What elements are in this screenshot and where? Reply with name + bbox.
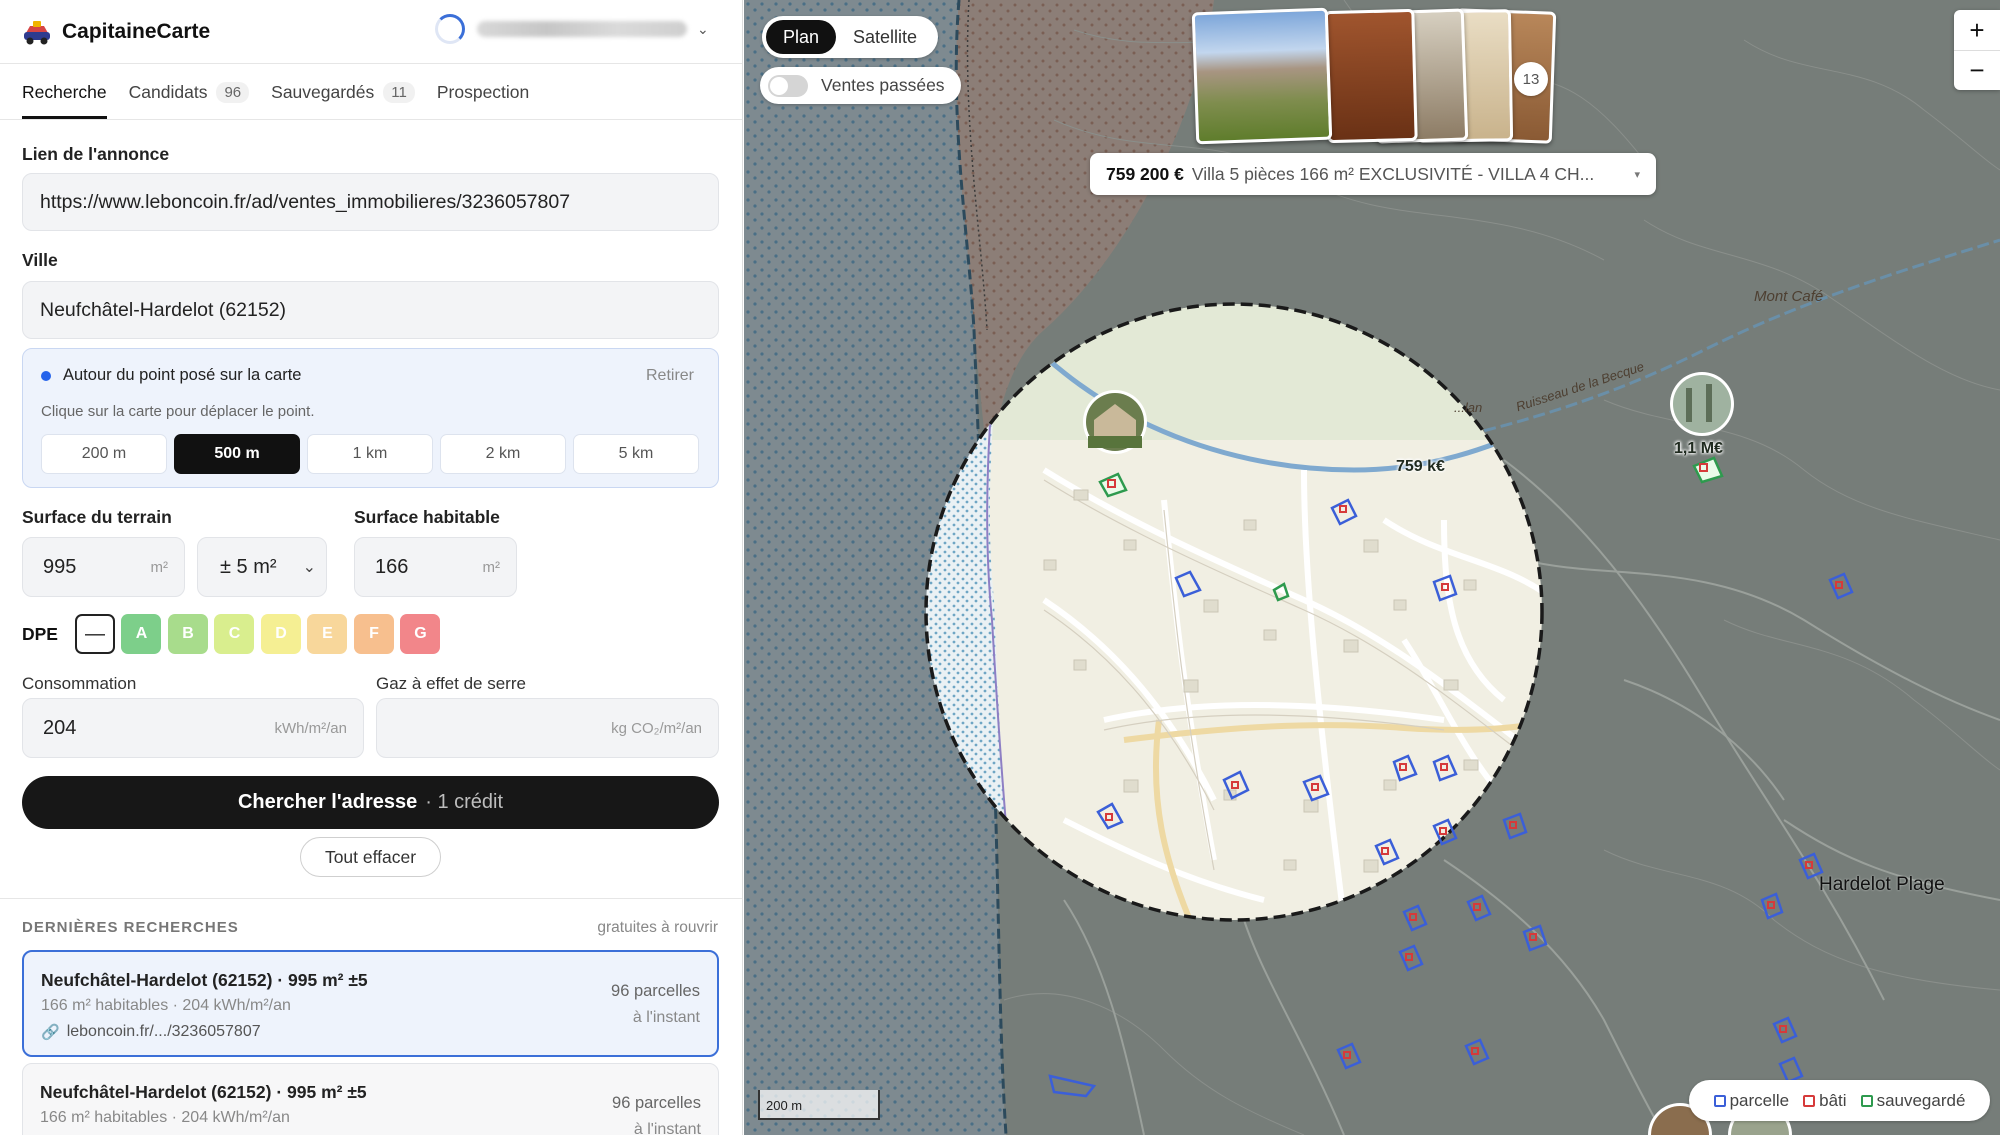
consumption-input[interactable]: 204 kWh/m²/an [22,698,364,758]
living-area-label: Surface habitable [354,507,500,527]
living-area-input[interactable]: 166 m² [354,537,517,597]
land-area-input[interactable]: 995 m² [22,537,185,597]
city-label: Ville [22,250,58,270]
car-logo-icon [24,20,50,44]
map-mode-satellite[interactable]: Satellite [836,20,934,54]
tolerance-select[interactable]: ± 5 m² ⌄ [197,537,327,597]
radius-option[interactable]: 5 km [573,434,699,474]
map-point-title: Autour du point posé sur la carte [41,366,301,385]
chevron-down-icon: ⌄ [302,559,316,576]
clear-all-button[interactable]: Tout effacer [300,837,441,877]
tab-bar: Recherche Candidats 96 Sauvegardés 11 Pros… [0,64,742,120]
remove-point-button[interactable]: Retirer [646,367,694,385]
link-icon: 🔗 [41,1024,60,1041]
app-header: CapitaineCarte ⌄ [0,0,742,64]
chevron-down-icon[interactable]: ▾ [1634,168,1640,181]
app-name: CapitaineCarte [62,19,211,43]
place-hardelot-plage: Hardelot Plage [1819,874,1945,895]
dpe-label: DPE [22,623,58,644]
recent-search-card[interactable]: Neufchâtel-Hardelot (62152) · 995 m² ±5 … [22,1063,719,1135]
listing-description: Villa 5 pièces 166 m² EXCLUSIVITÉ - VILL… [1191,163,1595,184]
recent-search-card[interactable]: Neufchâtel-Hardelot (62152) · 995 m² ±5 … [22,950,719,1057]
consumption-label: Consommation [22,674,137,693]
map-mode-switch: Plan Satellite [762,16,939,58]
account-menu[interactable]: ⌄ [435,14,709,44]
zoom-out-button[interactable]: − [1954,50,2000,90]
ghg-input[interactable]: kg CO₂/m²/an [376,698,719,758]
city-input[interactable]: Neufchâtel-Hardelot (62152) [22,281,719,339]
map-scale: 200 m [758,1090,880,1120]
recent-searches-header: DERNIÈRES RECHERCHES [22,919,239,936]
past-sales-toggle[interactable]: Ventes passées [760,67,961,104]
listing-photo-main[interactable] [1191,7,1333,145]
zoom-control: + − [1954,10,2000,90]
photo-count-badge[interactable]: 13 [1514,62,1548,96]
listing-link-label: Lien de l'annonce [22,144,170,164]
dpe-none-option[interactable]: — [74,614,115,654]
zoom-in-button[interactable]: + [1954,10,2000,50]
search-panel: CapitaineCarte ⌄ Recherche Candidats 96 S… [0,0,743,1135]
tab-recherche[interactable]: Recherche [22,82,107,119]
search-address-button[interactable]: Chercher l'adresse · 1 crédit [22,776,719,829]
listing-summary[interactable]: 759 200 € Villa 5 pièces 166 m² EXCLUSIV… [1090,153,1656,195]
point-dot-icon [41,370,51,381]
recent-searches-note: gratuites à rouvrir [597,919,718,936]
map-point-box: Autour du point posé sur la carte Retire… [22,348,719,488]
listing-photo[interactable] [1324,8,1418,144]
listing-link[interactable]: 🔗 leboncoin.fr/.../3236057807 [41,1023,261,1041]
map-view[interactable]: Plan Satellite Ventes passées + − 13 759… [744,0,2000,1135]
loading-spinner-icon [435,14,465,44]
dpe-option-g[interactable]: G [400,614,441,654]
map-legend: parcelle bâti sauvegardé [1689,1080,1990,1121]
dpe-option-a[interactable]: A [121,614,162,654]
dpe-option-e[interactable]: E [307,614,348,654]
radius-option[interactable]: 2 km [440,434,566,474]
chevron-down-icon: ⌄ [697,20,709,37]
legend-item-parcel: parcelle [1713,1091,1789,1111]
land-area-label: Surface du terrain [22,507,172,527]
dpe-option-f[interactable]: F [353,614,394,654]
tab-candidats[interactable]: Candidats 96 [129,82,250,119]
place-mont-cafe: Mont Café [1754,288,1824,305]
ghg-label: Gaz à effet de serre [376,674,526,693]
tab-count-badge: 96 [216,82,250,103]
toggle-switch[interactable] [768,74,808,97]
dpe-option-d[interactable]: D [260,614,301,654]
tab-prospection[interactable]: Prospection [437,82,529,119]
legend-item-saved: sauvegardé [1860,1091,1965,1111]
radius-option-selected[interactable]: 500 m [174,434,300,474]
listing-link-input[interactable]: https://www.leboncoin.fr/ad/ventes_immob… [22,173,719,231]
tab-sauvegardes[interactable]: Sauvegardés 11 [271,82,415,119]
legend-item-building: bâti [1803,1091,1847,1111]
pin-main-price[interactable]: 759 k€ [1396,458,1445,476]
tab-count-badge: 11 [383,82,415,103]
dpe-option-c[interactable]: C [214,614,255,654]
account-email-blurred [477,21,687,37]
dpe-selector: DPE — ABCDEFG [22,614,447,654]
pin-other-price[interactable]: 1,1 M€ [1674,440,1723,458]
listing-price: 759 200 € [1106,163,1184,184]
stream-label-short: ...lan [1454,400,1483,415]
radius-option[interactable]: 1 km [307,434,433,474]
map-mode-plan[interactable]: Plan [766,20,837,54]
section-divider [0,898,742,899]
map-point-hint: Clique sur la carte pour déplacer le poi… [41,403,315,420]
radius-options: 200 m 500 m 1 km 2 km 5 km [41,434,706,474]
radius-option[interactable]: 200 m [41,434,167,474]
dpe-option-b[interactable]: B [167,614,208,654]
